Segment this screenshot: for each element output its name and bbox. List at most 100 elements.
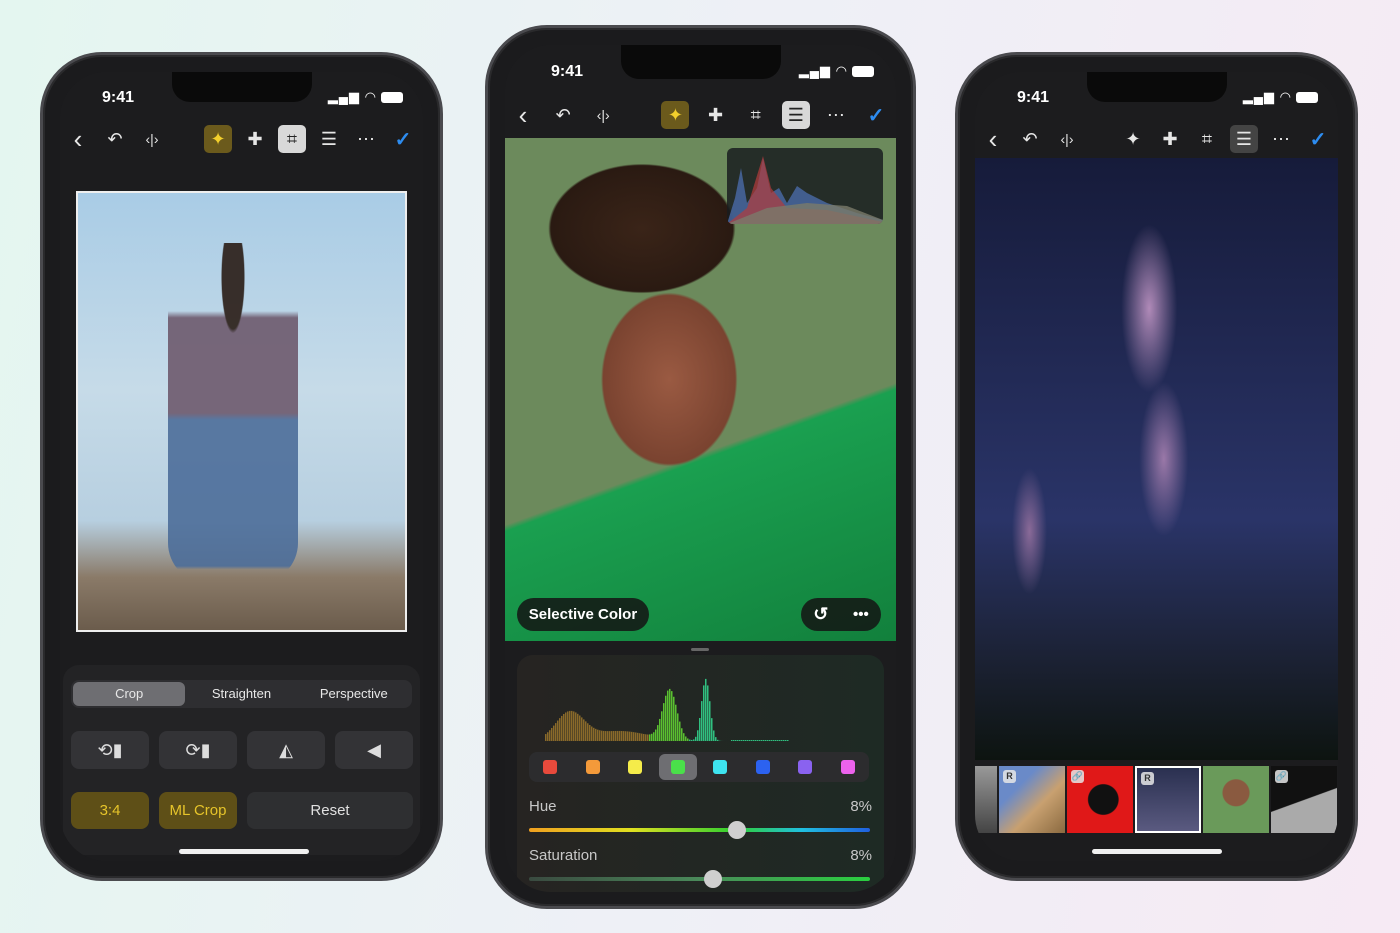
undo-icon[interactable]: ↶: [1016, 125, 1044, 153]
saturation-slider[interactable]: [529, 877, 870, 881]
ml-enhance-icon[interactable]: ✦: [1119, 125, 1147, 153]
sheet-grabber[interactable]: [691, 648, 709, 651]
battery-icon: [852, 66, 874, 78]
color-swatch[interactable]: [786, 754, 824, 780]
hue-histogram: [545, 678, 789, 741]
done-icon[interactable]: ✓: [389, 125, 417, 153]
reset-button[interactable]: Reset: [247, 792, 413, 829]
color-swatch[interactable]: [531, 754, 569, 780]
adjust-icon[interactable]: ☰: [315, 125, 343, 153]
filmstrip-thumbnail[interactable]: [975, 766, 997, 833]
more-icon[interactable]: ⋯: [1267, 125, 1295, 153]
histogram-bar: [577, 713, 579, 741]
more-icon[interactable]: ⋯: [352, 125, 380, 153]
histogram-bar: [555, 723, 557, 741]
histogram-bar: [599, 730, 601, 741]
editor-toolbar: ‹ ↶ ‹|› ✦ ✚ ⌗ ☰ ⋯ ✓: [509, 100, 890, 130]
histogram-bar: [691, 739, 693, 741]
histogram-bar: [617, 730, 619, 741]
more-icon[interactable]: ⋯: [822, 101, 850, 129]
color-swatch[interactable]: [701, 754, 739, 780]
tab-perspective[interactable]: Perspective: [298, 682, 410, 706]
crop-icon[interactable]: ⌗: [742, 101, 770, 129]
histogram-bar: [785, 740, 787, 741]
color-swatch[interactable]: [658, 754, 697, 780]
done-icon[interactable]: ✓: [862, 101, 890, 129]
back-icon[interactable]: ‹: [64, 124, 92, 154]
color-swatch[interactable]: [616, 754, 654, 780]
histogram-bar: [619, 730, 621, 741]
histogram-overlay: [727, 148, 883, 224]
filmstrip-thumbnail[interactable]: 🔗: [1271, 766, 1337, 833]
phone-library: 9:41 ▂▄▆ ◠ ‹ ↶ ‹|› ✦ ✚ ⌗ ☰ ⋯ ✓ R 🔗 R 🔗: [955, 52, 1358, 881]
battery-icon: [1296, 92, 1318, 104]
heal-icon[interactable]: ✚: [702, 101, 730, 129]
raw-badge: R: [1003, 770, 1016, 783]
histogram-bar: [607, 731, 609, 741]
filmstrip-thumbnail[interactable]: 🔗: [1067, 766, 1133, 833]
swatch-chip: [840, 760, 855, 774]
color-swatch[interactable]: [829, 754, 867, 780]
undo-icon[interactable]: ↶: [101, 125, 129, 153]
color-swatch[interactable]: [574, 754, 612, 780]
compare-icon[interactable]: ‹|›: [138, 125, 166, 153]
tab-crop[interactable]: Crop: [73, 682, 186, 706]
saturation-slider-thumb[interactable]: [704, 870, 723, 888]
saturation-value: 8%: [850, 847, 872, 864]
crop-icon[interactable]: ⌗: [1193, 125, 1221, 153]
compare-icon[interactable]: ‹|›: [589, 101, 617, 129]
hue-slider[interactable]: [529, 828, 870, 832]
histogram-bar: [741, 740, 743, 741]
histogram-bar: [551, 727, 553, 741]
histogram-bar: [633, 732, 635, 741]
status-icons: ▂▄▆ ◠: [799, 63, 874, 79]
histogram-bar: [701, 701, 703, 741]
filmstrip-thumbnail[interactable]: [1203, 766, 1269, 833]
back-icon[interactable]: ‹: [509, 100, 537, 130]
flip-horizontal-button[interactable]: ◭: [247, 731, 325, 769]
status-time: 9:41: [551, 63, 584, 80]
adjust-icon[interactable]: ☰: [781, 101, 810, 129]
status-icons: ▂▄▆ ◠: [328, 89, 403, 105]
ml-enhance-icon[interactable]: ✦: [204, 125, 232, 153]
flip-vertical-button[interactable]: ◀: [335, 731, 413, 769]
heal-icon[interactable]: ✚: [241, 125, 269, 153]
histogram-bar: [609, 731, 611, 741]
color-swatch[interactable]: [744, 754, 782, 780]
back-icon[interactable]: ‹: [979, 124, 1007, 154]
rotate-left-button[interactable]: ⟲▮: [71, 731, 149, 769]
histogram-bar: [567, 711, 569, 741]
filmstrip-thumbnail[interactable]: R: [1135, 766, 1201, 833]
crop-icon[interactable]: ⌗: [278, 125, 306, 153]
histogram-bar: [641, 733, 643, 741]
heal-icon[interactable]: ✚: [1156, 125, 1184, 153]
wifi-icon: ◠: [835, 63, 848, 78]
compare-icon[interactable]: ‹|›: [1053, 125, 1081, 153]
adjust-icon[interactable]: ☰: [1230, 125, 1258, 153]
undo-icon[interactable]: ↶: [549, 101, 577, 129]
rotate-right-button[interactable]: ⟳▮: [159, 731, 237, 769]
done-icon[interactable]: ✓: [1304, 125, 1332, 153]
more-icon[interactable]: •••: [853, 606, 869, 623]
histogram-bar: [613, 731, 615, 741]
histogram-bar: [559, 718, 561, 741]
ml-crop-button[interactable]: ML Crop: [159, 792, 237, 829]
histogram-bar: [671, 691, 673, 741]
histogram-bar: [755, 740, 757, 741]
photo-grass-night: [975, 158, 1338, 760]
aspect-ratio-button[interactable]: 3:4: [71, 792, 149, 829]
histogram-bar: [715, 737, 717, 741]
histogram-bar: [629, 731, 631, 741]
battery-icon: [381, 92, 403, 104]
rotate-right-icon: ⟳▮: [185, 739, 211, 760]
crop-mode-tabs: Crop Straighten Perspective: [71, 680, 412, 708]
filmstrip-thumbnail[interactable]: R: [999, 766, 1065, 833]
photo-crop-area[interactable]: [76, 191, 407, 632]
reset-icon[interactable]: ↺: [813, 604, 828, 625]
hue-slider-thumb[interactable]: [728, 821, 746, 839]
histogram-bar: [661, 711, 663, 741]
tab-straighten[interactable]: Straighten: [185, 682, 297, 706]
photo-portrait: Selective Color ↺ •••: [505, 138, 896, 641]
histogram-bar: [781, 740, 783, 741]
ml-enhance-icon[interactable]: ✦: [661, 101, 690, 129]
